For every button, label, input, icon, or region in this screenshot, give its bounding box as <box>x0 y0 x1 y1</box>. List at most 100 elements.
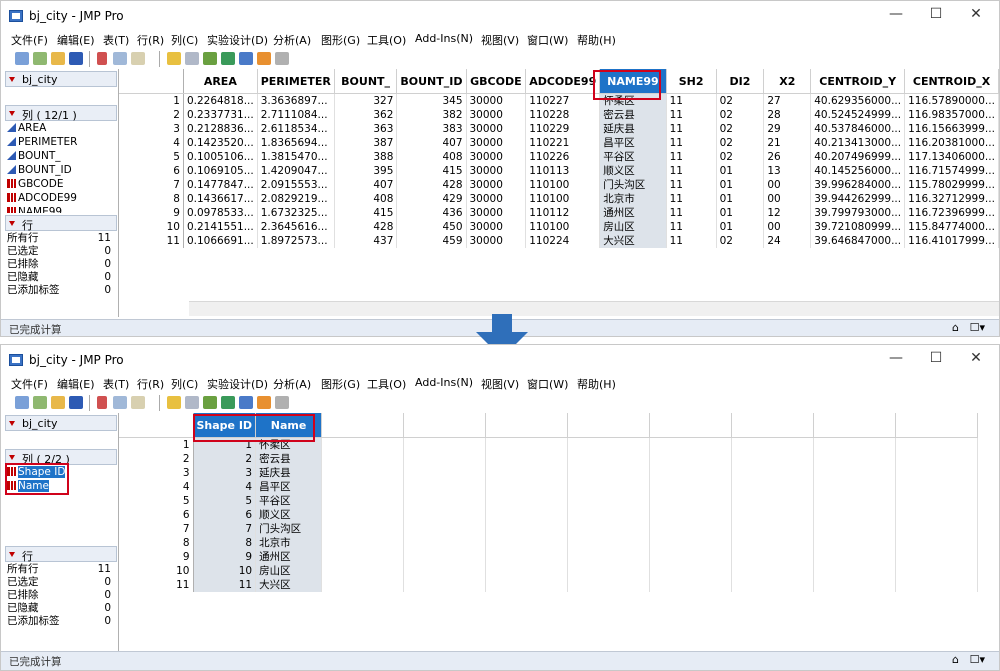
column-header[interactable]: DI2 <box>716 69 765 94</box>
table-cell[interactable]: 27 <box>763 93 812 108</box>
empty-cell[interactable] <box>485 564 569 578</box>
table-cell[interactable]: 01 <box>716 220 765 234</box>
column-header[interactable]: BOUNT_ID <box>396 69 467 94</box>
table-cell[interactable]: 00 <box>763 178 812 192</box>
table-cell[interactable]: 昌平区 <box>255 480 323 494</box>
table-cell[interactable]: 11 <box>666 108 717 122</box>
table-row[interactable]: 9 0.0978533... 1.6732325... 415 436 30000 1101… <box>119 206 999 220</box>
column-header[interactable]: ADCODE99 <box>525 69 601 94</box>
row-number[interactable]: 1 <box>119 437 194 452</box>
table-row[interactable]: 3 3 延庆县 <box>119 466 979 480</box>
table-cell[interactable]: 21 <box>763 136 812 150</box>
empty-cell[interactable] <box>321 452 405 466</box>
rows-pane-header[interactable]: 行 <box>5 215 117 232</box>
table-cell[interactable]: 116.20381000... <box>904 136 999 150</box>
table-row[interactable]: 4 0.1423520... 1.8365694... 387 407 30000 1102… <box>119 136 999 150</box>
table-cell[interactable]: 0.1066691... <box>183 234 258 248</box>
table-cell[interactable]: 11 <box>666 136 717 150</box>
table-cell[interactable]: 388 <box>334 150 398 164</box>
table-cell[interactable]: 房山区 <box>255 564 323 578</box>
menu-doe[interactable]: 实验设计(D) <box>207 376 268 392</box>
horizontal-scrollbar[interactable] <box>189 301 999 316</box>
table-pane-header[interactable]: bj_city <box>5 415 117 431</box>
row-number[interactable]: 8 <box>119 536 194 550</box>
row-number[interactable]: 7 <box>119 522 194 536</box>
columns-pane-header[interactable]: 列 ( 12/1 ) <box>5 105 117 122</box>
table-row[interactable]: 5 5 平谷区 <box>119 494 979 508</box>
empty-cell[interactable] <box>649 480 733 494</box>
table-cell[interactable]: 39.996284000... <box>810 178 906 192</box>
empty-column-header[interactable] <box>567 413 651 438</box>
column-list-item[interactable]: ADCODE99 <box>7 191 77 205</box>
empty-cell[interactable] <box>731 508 815 522</box>
table-cell[interactable]: 362 <box>334 108 398 122</box>
empty-cell[interactable] <box>731 522 815 536</box>
empty-cell[interactable] <box>731 550 815 564</box>
table-cell[interactable]: 437 <box>334 234 398 248</box>
save-icon[interactable] <box>69 396 83 409</box>
copy-icon[interactable] <box>113 396 127 409</box>
empty-cell[interactable] <box>567 578 651 592</box>
column-header[interactable]: BOUNT_ <box>334 69 398 94</box>
table-cell[interactable]: 363 <box>334 122 398 136</box>
maximize-button[interactable]: ☐ <box>921 6 951 22</box>
empty-cell[interactable] <box>567 494 651 508</box>
row-number[interactable]: 10 <box>119 564 194 578</box>
empty-cell[interactable] <box>321 494 405 508</box>
table-cell[interactable]: 10 <box>193 564 257 578</box>
table-cell[interactable]: 通州区 <box>599 206 667 220</box>
empty-cell[interactable] <box>567 536 651 550</box>
row-number[interactable]: 8 <box>119 192 184 206</box>
table-cell[interactable]: 407 <box>396 136 467 150</box>
table-cell[interactable]: 4 <box>193 480 257 494</box>
empty-cell[interactable] <box>649 578 733 592</box>
table-cell[interactable]: 13 <box>763 164 812 178</box>
row-number[interactable]: 7 <box>119 178 184 192</box>
empty-cell[interactable] <box>485 452 569 466</box>
empty-cell[interactable] <box>403 536 487 550</box>
table-cell[interactable]: 12 <box>763 206 812 220</box>
table-cell[interactable]: 11 <box>666 150 717 164</box>
table-cell[interactable]: 3 <box>193 466 257 480</box>
empty-cell[interactable] <box>321 578 405 592</box>
menu-rows[interactable]: 行(R) <box>137 376 164 392</box>
table-cell[interactable]: 11 <box>666 206 717 220</box>
table-cell[interactable]: 115.84774000... <box>904 220 999 234</box>
table-cell[interactable]: 408 <box>334 192 398 206</box>
empty-cell[interactable] <box>731 452 815 466</box>
empty-cell[interactable] <box>731 564 815 578</box>
row-number[interactable]: 11 <box>119 578 194 592</box>
table-row[interactable]: 11 11 大兴区 <box>119 578 979 592</box>
table-cell[interactable]: 30000 <box>466 178 527 192</box>
empty-cell[interactable] <box>403 466 487 480</box>
table-cell[interactable]: 通州区 <box>255 550 323 564</box>
empty-cell[interactable] <box>813 522 897 536</box>
table-cell[interactable]: 30000 <box>466 192 527 206</box>
graph-builder-icon[interactable] <box>239 52 253 65</box>
cut-icon[interactable] <box>97 396 107 409</box>
table-icon[interactable] <box>167 52 181 65</box>
window-list-icon[interactable]: ☐▾ <box>970 321 985 334</box>
table-cell[interactable]: 0.1005106... <box>183 150 258 164</box>
row-number[interactable]: 3 <box>119 466 194 480</box>
menu-table[interactable]: 表(T) <box>103 32 129 48</box>
table-cell[interactable]: 2.6118534... <box>257 122 335 136</box>
chart-bar-icon[interactable] <box>221 396 235 409</box>
table-cell[interactable]: 11 <box>666 93 717 108</box>
menu-addins[interactable]: Add-Ins(N) <box>415 376 473 389</box>
table-icon[interactable] <box>167 396 181 409</box>
table-cell[interactable]: 00 <box>763 220 812 234</box>
table-row[interactable]: 1 0.2264818... 3.3636897... 327 345 30000 1102… <box>119 93 999 108</box>
table-cell[interactable]: 436 <box>396 206 467 220</box>
empty-cell[interactable] <box>567 508 651 522</box>
empty-cell[interactable] <box>403 522 487 536</box>
empty-cell[interactable] <box>731 437 815 452</box>
empty-cell[interactable] <box>895 578 979 592</box>
table-cell[interactable]: 110112 <box>525 206 601 220</box>
table-cell[interactable]: 6 <box>193 508 257 522</box>
open-folder-icon[interactable] <box>51 396 65 409</box>
empty-cell[interactable] <box>321 508 405 522</box>
arrow-icon[interactable] <box>257 52 271 65</box>
table-row[interactable]: 4 4 昌平区 <box>119 480 979 494</box>
home-icon[interactable]: ⌂ <box>952 321 959 334</box>
